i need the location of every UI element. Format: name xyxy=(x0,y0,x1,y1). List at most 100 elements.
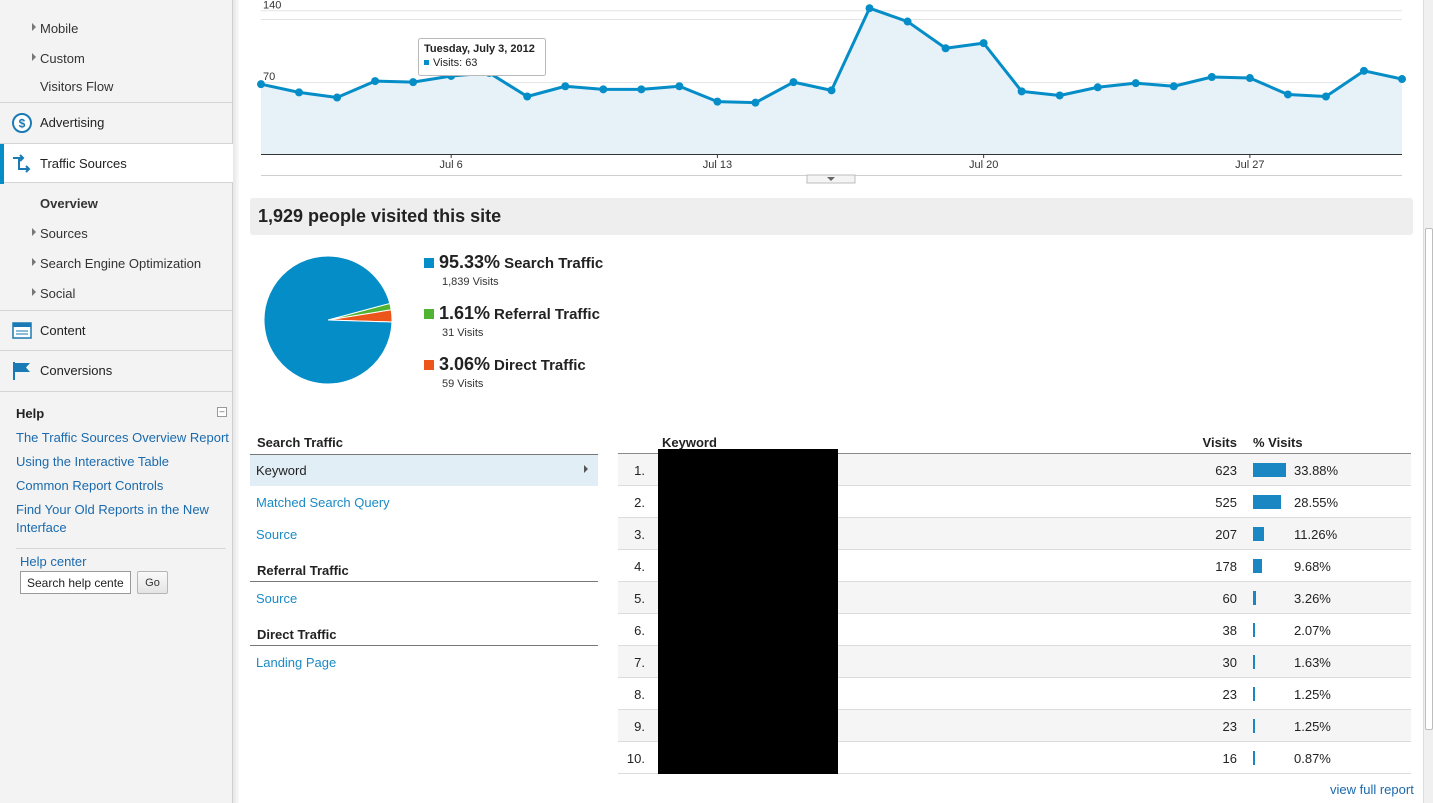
data-point[interactable] xyxy=(1169,82,1178,91)
sidebar-item-social[interactable]: Social xyxy=(40,286,75,301)
data-point[interactable] xyxy=(409,78,418,87)
help-link-interactive-table[interactable]: Using the Interactive Table xyxy=(16,453,169,471)
table-row[interactable]: 2. 525 28.55% xyxy=(618,486,1411,518)
data-point[interactable] xyxy=(789,78,798,87)
redacted-keyword xyxy=(658,710,838,742)
sidebar-section-label: Traffic Sources xyxy=(40,156,127,171)
data-point[interactable] xyxy=(1055,91,1064,100)
column-header-pct-visits[interactable]: % Visits xyxy=(1253,435,1303,450)
sidebar-section-content[interactable]: Content xyxy=(0,310,233,350)
nav-item-referral-source[interactable]: Source xyxy=(256,591,297,606)
data-point[interactable] xyxy=(371,77,380,86)
data-point[interactable] xyxy=(1245,74,1254,83)
sidebar-section-conversions[interactable]: Conversions xyxy=(0,350,233,392)
row-pct-visits: 3.26% xyxy=(1294,591,1331,606)
legend-search-traffic[interactable]: 95.33% Search Traffic xyxy=(439,252,603,273)
traffic-pie-chart[interactable] xyxy=(262,254,394,386)
help-link-overview-report[interactable]: The Traffic Sources Overview Report xyxy=(16,429,229,447)
flag-icon xyxy=(13,362,30,380)
nav-item-matched-search-query[interactable]: Matched Search Query xyxy=(256,495,390,510)
table-row[interactable]: 1. 623 33.88% xyxy=(618,449,1411,486)
expand-arrow-icon[interactable] xyxy=(32,258,36,266)
table-row[interactable]: 8. 23 1.25% xyxy=(618,678,1411,710)
help-link-old-reports[interactable]: Find Your Old Reports in the New Interfa… xyxy=(16,501,221,537)
help-link-report-controls[interactable]: Common Report Controls xyxy=(16,477,163,495)
x-tick-label: Jul 6 xyxy=(440,159,463,171)
data-point[interactable] xyxy=(1398,75,1406,84)
row-pct-visits: 1.63% xyxy=(1294,655,1331,670)
data-point[interactable] xyxy=(637,85,646,94)
help-center-link[interactable]: Help center xyxy=(20,554,86,569)
row-visits: 207 xyxy=(1215,527,1237,542)
table-row[interactable]: 9. 23 1.25% xyxy=(618,710,1411,742)
row-visits: 23 xyxy=(1222,687,1237,702)
legend-swatch-search xyxy=(424,258,434,268)
redacted-keyword xyxy=(658,614,838,646)
scrollbar-thumb[interactable] xyxy=(1425,228,1433,730)
column-header-visits[interactable]: Visits xyxy=(1203,435,1237,450)
visits-chart[interactable]: 140 70 Jul 6 Jul 13 Jul 20 Jul 27 Tuesday, Jul… xyxy=(250,0,1410,185)
row-rank: 10. xyxy=(626,751,645,766)
data-point[interactable] xyxy=(1093,83,1102,92)
data-point[interactable] xyxy=(675,82,684,91)
view-full-report-link[interactable]: view full report xyxy=(1330,782,1414,797)
sidebar-item-mobile[interactable]: Mobile xyxy=(40,21,78,36)
scrollbar[interactable] xyxy=(1423,0,1433,803)
expand-arrow-icon[interactable] xyxy=(32,23,36,31)
data-point[interactable] xyxy=(1283,90,1292,99)
data-point[interactable] xyxy=(1359,66,1368,75)
sidebar-item-custom[interactable]: Custom xyxy=(40,51,85,66)
expand-arrow-icon[interactable] xyxy=(32,288,36,296)
nav-item-keyword[interactable]: Keyword xyxy=(250,455,598,486)
table-row[interactable]: 7. 30 1.63% xyxy=(618,646,1411,678)
data-point[interactable] xyxy=(1321,92,1330,101)
collapse-icon[interactable]: – xyxy=(217,407,227,417)
data-point[interactable] xyxy=(333,93,342,102)
sidebar-section-label: Content xyxy=(40,323,86,338)
sidebar-item-overview[interactable]: Overview xyxy=(40,196,98,211)
help-go-button[interactable]: Go xyxy=(137,571,168,594)
visits-chart-svg[interactable]: 140 70 Jul 6 Jul 13 Jul 20 Jul 27 Tuesday, Jul… xyxy=(250,0,1410,185)
table-row[interactable]: 4. 178 9.68% xyxy=(618,550,1411,582)
data-point[interactable] xyxy=(903,17,912,26)
data-point[interactable] xyxy=(751,98,760,107)
legend-direct-traffic[interactable]: 3.06% Direct Traffic xyxy=(439,354,586,375)
column-header-keyword[interactable]: Keyword xyxy=(662,435,717,450)
legend-referral-traffic[interactable]: 1.61% Referral Traffic xyxy=(439,303,600,324)
table-row[interactable]: 5. 60 3.26% xyxy=(618,582,1411,614)
data-point[interactable] xyxy=(979,39,988,48)
data-point[interactable] xyxy=(561,82,570,91)
expand-arrow-icon[interactable] xyxy=(32,228,36,236)
data-point[interactable] xyxy=(295,88,304,97)
expand-arrow-icon[interactable] xyxy=(32,53,36,61)
data-point[interactable] xyxy=(523,92,532,101)
data-point[interactable] xyxy=(865,4,874,13)
sidebar-item-sources[interactable]: Sources xyxy=(40,226,88,241)
nav-item-search-source[interactable]: Source xyxy=(256,527,297,542)
legend-swatch-referral xyxy=(424,309,434,319)
data-point[interactable] xyxy=(827,86,836,95)
table-row[interactable]: 6. 38 2.07% xyxy=(618,614,1411,646)
data-point[interactable] xyxy=(1131,79,1140,88)
table-row[interactable]: 10. 16 0.87% xyxy=(618,742,1411,774)
sidebar-section-advertising[interactable]: $ Advertising xyxy=(0,102,233,142)
sidebar-item-seo[interactable]: Search Engine Optimization xyxy=(40,256,201,271)
legend-visits: 1,839 Visits xyxy=(442,276,499,288)
help-search-input[interactable] xyxy=(20,571,131,594)
nav-heading-search-traffic: Search Traffic xyxy=(257,435,343,450)
sidebar-section-traffic-sources[interactable]: Traffic Sources xyxy=(0,143,233,184)
visits-share-bar xyxy=(1253,559,1262,573)
nav-item-landing-page[interactable]: Landing Page xyxy=(256,655,336,670)
data-point[interactable] xyxy=(1207,73,1216,81)
x-tick-label: Jul 27 xyxy=(1235,159,1264,171)
data-point[interactable] xyxy=(1017,87,1026,96)
data-point[interactable] xyxy=(599,85,608,94)
row-rank: 8. xyxy=(634,687,645,702)
data-point[interactable] xyxy=(713,97,722,106)
redacted-keyword xyxy=(658,678,838,710)
nav-item-label: Keyword xyxy=(256,463,307,478)
data-point[interactable] xyxy=(941,44,950,53)
row-visits: 23 xyxy=(1222,719,1237,734)
sidebar-item-visitors-flow[interactable]: Visitors Flow xyxy=(40,79,113,94)
table-row[interactable]: 3. 207 11.26% xyxy=(618,518,1411,550)
